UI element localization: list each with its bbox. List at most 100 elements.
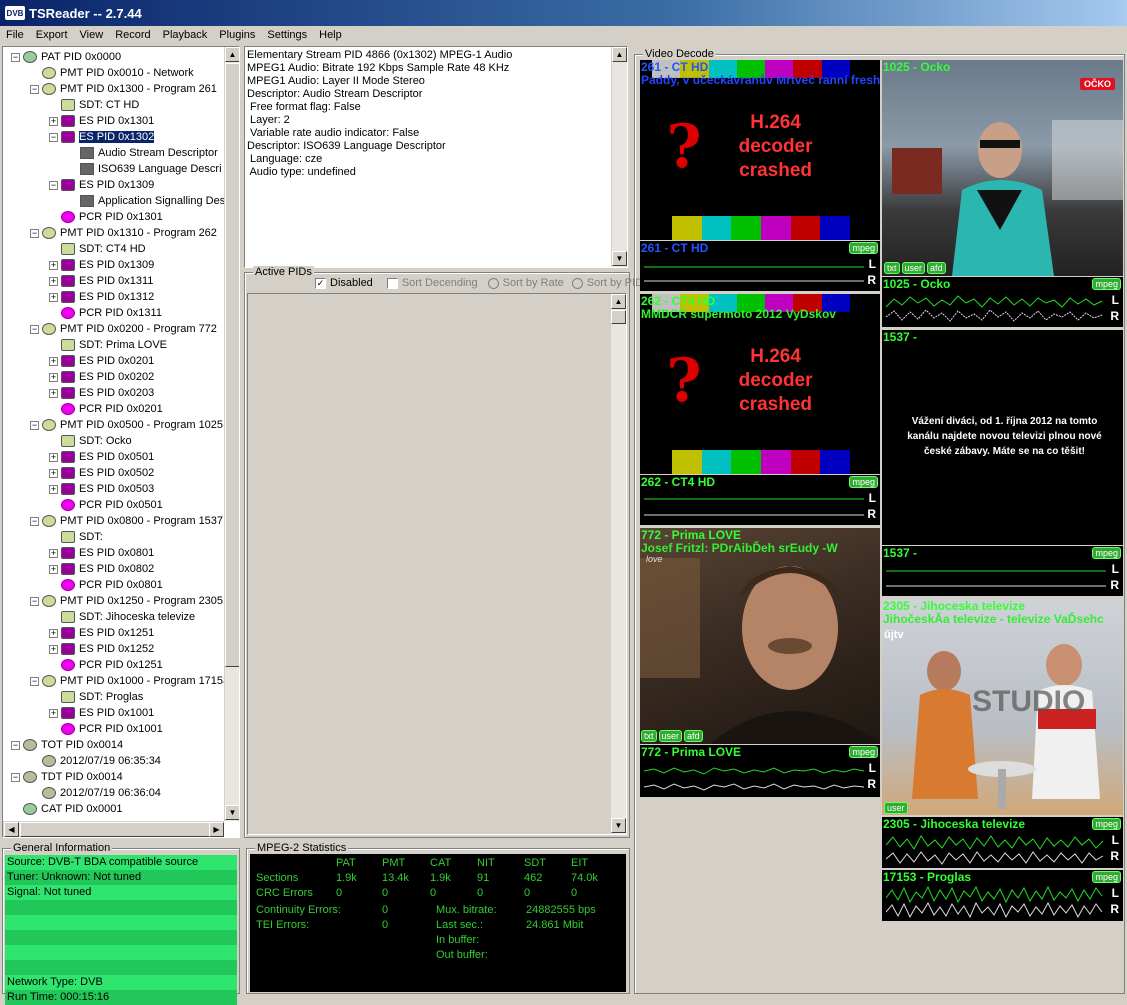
audio-tile-1025[interactable]: 1025 - Ocko mpeg L R (882, 277, 1123, 327)
tree-item[interactable]: + ES PID 0x1309 (49, 257, 154, 273)
expand-toggle[interactable]: + (49, 548, 58, 558)
collapse-toggle[interactable]: − (30, 596, 39, 606)
tree-item[interactable]: − PMT PID 0x0500 - Program 1025 (30, 417, 223, 433)
tree-item[interactable]: Application Signalling Des (68, 193, 225, 209)
expand-toggle[interactable]: + (49, 388, 58, 398)
tree-item[interactable]: + ES PID 0x0503 (49, 481, 154, 497)
menu-export[interactable]: Export (30, 29, 74, 41)
tree-item[interactable]: PCR PID 0x0801 (49, 577, 163, 593)
audio-tile-261[interactable]: 261 - CT HD mpeg L R (640, 241, 880, 291)
txt-badge[interactable]: txt (641, 730, 657, 742)
tree-item[interactable]: PCR PID 0x0501 (49, 497, 163, 513)
pids-scroll-thumb[interactable] (611, 310, 626, 324)
audio-tile-262[interactable]: 262 - CT4 HD mpeg L R (640, 475, 880, 525)
descriptor-vscrollbar[interactable]: ▲ ▼ (611, 47, 627, 267)
pids-scroll-up-button[interactable]: ▲ (611, 294, 626, 309)
tree-item[interactable]: SDT: Prima LOVE (49, 337, 167, 353)
tree-vscrollbar[interactable]: ▲ ▼ (224, 47, 239, 821)
tree-item[interactable]: + ES PID 0x1312 (49, 289, 154, 305)
active-pids-vscrollbar[interactable]: ▲ ▼ (610, 294, 626, 834)
video-tile-1025[interactable]: OČKO 1025 - Ocko txt user afd (882, 60, 1123, 276)
tree-item[interactable]: − TDT PID 0x0014 (11, 769, 123, 785)
tree-item[interactable]: − PMT PID 0x1310 - Program 262 (30, 225, 217, 241)
tree-item[interactable]: − PMT PID 0x0200 - Program 772 (30, 321, 217, 337)
expand-toggle[interactable]: + (49, 708, 58, 718)
tree-item[interactable]: PMT PID 0x0010 - Network (30, 65, 194, 81)
menu-view[interactable]: View (74, 29, 110, 41)
scroll-up-button[interactable]: ▲ (225, 47, 239, 62)
tree-item[interactable]: PCR PID 0x1001 (49, 721, 163, 737)
video-tile-261[interactable]: ? H.264 decoder crashed 261 - CT HD Padd… (640, 60, 880, 240)
txt-badge[interactable]: txt (884, 262, 900, 274)
user-badge[interactable]: user (901, 262, 926, 274)
descriptor-view[interactable]: Elementary Stream PID 4866 (0x1302) MPEG… (244, 46, 628, 268)
tree-item[interactable]: − ES PID 0x1302 (49, 129, 156, 145)
sort-desc-checkbox[interactable] (386, 277, 398, 289)
tree-item[interactable]: + ES PID 0x0502 (49, 465, 154, 481)
tree-item[interactable]: 2012/07/19 06:35:34 (30, 753, 161, 769)
tree-item[interactable]: − ES PID 0x1309 (49, 177, 154, 193)
tree-item[interactable]: PCR PID 0x0201 (49, 401, 163, 417)
collapse-toggle[interactable]: − (11, 52, 20, 62)
audio-tile-2305[interactable]: 2305 - Jihoceska televize mpeg L R (882, 817, 1123, 868)
sort-pid-radio[interactable] (571, 277, 583, 289)
menu-playback[interactable]: Playback (157, 29, 214, 41)
tree-item[interactable]: − PMT PID 0x1000 - Program 17153 (30, 673, 225, 689)
tree-item[interactable]: + ES PID 0x0202 (49, 369, 154, 385)
tree-item[interactable]: + ES PID 0x0801 (49, 545, 154, 561)
expand-toggle[interactable]: + (49, 260, 58, 270)
user-badge[interactable]: user (884, 802, 908, 814)
tree-item[interactable]: + ES PID 0x1001 (49, 705, 154, 721)
tree-item[interactable]: SDT: (49, 529, 103, 545)
expand-toggle[interactable]: + (49, 468, 58, 478)
tree-item[interactable]: 2012/07/19 06:36:04 (30, 785, 161, 801)
active-pids-list[interactable]: ▲ ▼ (247, 293, 627, 835)
pids-scroll-down-button[interactable]: ▼ (611, 818, 626, 833)
desc-scroll-up-button[interactable]: ▲ (612, 47, 627, 62)
collapse-toggle[interactable]: − (30, 228, 39, 238)
tree-item[interactable]: + ES PID 0x0802 (49, 561, 154, 577)
menu-help[interactable]: Help (313, 29, 348, 41)
tree-item[interactable]: + ES PID 0x1301 (49, 113, 154, 129)
audio-tile-1537[interactable]: 1537 - mpeg L R (882, 546, 1123, 596)
user-badge[interactable]: user (658, 730, 683, 742)
tree-item[interactable]: ISO639 Language Descri (68, 161, 222, 177)
expand-toggle[interactable]: + (49, 452, 58, 462)
video-tile-772[interactable]: love 772 - Prima LOVE Josef Fritzl: PDrA… (640, 528, 880, 744)
tree-item[interactable]: − PMT PID 0x1250 - Program 2305 (30, 593, 223, 609)
sort-rate-radio[interactable] (487, 277, 499, 289)
audio-tile-772[interactable]: 772 - Prima LOVE mpeg L R (640, 745, 880, 797)
expand-toggle[interactable]: + (49, 628, 58, 638)
hscroll-thumb[interactable] (20, 822, 210, 837)
tree-item[interactable]: PCR PID 0x1301 (49, 209, 163, 225)
tree-item[interactable]: + ES PID 0x1251 (49, 625, 154, 641)
tree-item[interactable]: SDT: CT HD (49, 97, 139, 113)
collapse-toggle[interactable]: − (30, 676, 39, 686)
expand-toggle[interactable]: + (49, 292, 58, 302)
pid-tree[interactable]: − PAT PID 0x0000 PMT PID 0x0010 - Network −… (2, 46, 240, 838)
tree-item[interactable]: SDT: Proglas (49, 689, 143, 705)
tree-item[interactable]: + ES PID 0x1252 (49, 641, 154, 657)
collapse-toggle[interactable]: − (49, 180, 58, 190)
tree-item[interactable]: CAT PID 0x0001 (11, 801, 123, 817)
desc-scroll-down-button[interactable]: ▼ (612, 251, 627, 266)
menu-file[interactable]: File (0, 29, 30, 41)
tree-item[interactable]: SDT: CT4 HD (49, 241, 146, 257)
tree-item[interactable]: + ES PID 0x0501 (49, 449, 154, 465)
video-tile-1537[interactable]: 1537 - Vážení diváci, od 1. října 2012 n… (882, 330, 1123, 545)
title-bar[interactable]: DVB TSReader -- 2.7.44 (0, 0, 1127, 26)
tree-item[interactable]: PCR PID 0x1251 (49, 657, 163, 673)
tree-item[interactable]: Audio Stream Descriptor (68, 145, 218, 161)
tree-item[interactable]: SDT: Jihoceska televize (49, 609, 195, 625)
expand-toggle[interactable]: + (49, 644, 58, 654)
expand-toggle[interactable]: + (49, 372, 58, 382)
tree-item[interactable]: + ES PID 0x1311 (49, 273, 153, 289)
audio-tile-17153[interactable]: 17153 - Proglas mpeg L R (882, 870, 1123, 921)
video-tile-2305[interactable]: STUDIO ŭjtv 2305 - Jihoceska televize Ji… (882, 599, 1123, 815)
collapse-toggle[interactable]: − (11, 740, 20, 750)
collapse-toggle[interactable]: − (11, 772, 20, 782)
tree-item[interactable]: − TOT PID 0x0014 (11, 737, 123, 753)
tree-item[interactable]: − PAT PID 0x0000 (11, 49, 121, 65)
expand-toggle[interactable]: + (49, 116, 58, 126)
scroll-thumb[interactable] (225, 63, 239, 667)
